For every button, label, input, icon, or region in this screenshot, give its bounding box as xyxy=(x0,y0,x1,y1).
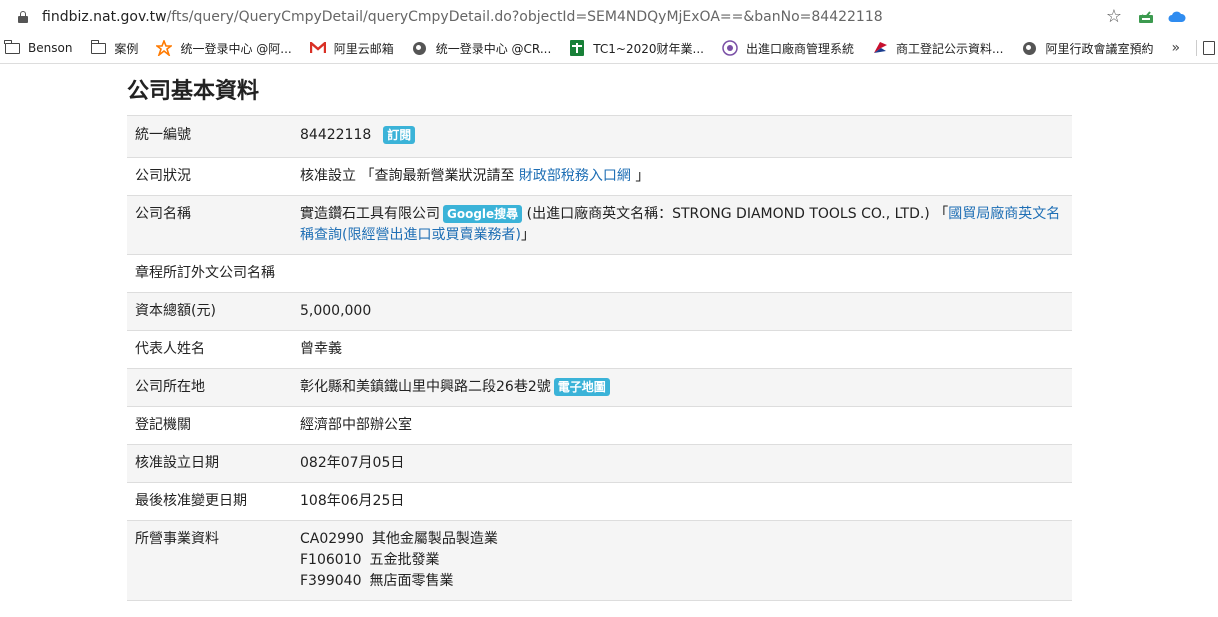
bookmark-star-icon[interactable]: ☆ xyxy=(1106,6,1122,27)
table-row: 資本總額(元) 5,000,000 xyxy=(127,292,1072,331)
table-row: 統一編號 84422118 訂閱 xyxy=(127,115,1072,158)
table-row: 核准設立日期 082年07月05日 xyxy=(127,444,1072,483)
lock-icon[interactable] xyxy=(18,10,28,23)
bookmark-benson[interactable]: Benson xyxy=(4,39,73,55)
browser-toolbar: findbiz.nat.gov.tw/fts/query/QueryCmpyDe… xyxy=(0,0,1218,33)
bookmark-import-export-system[interactable]: 出進口廠商管理系統 xyxy=(722,40,854,57)
bookmark-business-registry[interactable]: 商工登記公示資料... xyxy=(872,40,1003,57)
row-label: 核准設立日期 xyxy=(127,444,292,483)
row-label: 資本總額(元) xyxy=(127,292,292,331)
bookmark-label: 商工登記公示資料... xyxy=(895,41,1004,56)
name-suffix: 」 xyxy=(520,227,535,243)
business-desc: 無店面零售業 xyxy=(369,573,454,589)
ban-number: 84422118 xyxy=(300,127,372,143)
url-path: /fts/query/QueryCmpyDetail/queryCmpyDeta… xyxy=(166,8,883,25)
google-search-button[interactable]: Google搜尋 xyxy=(443,205,523,223)
english-name-text: (出進口廠商英文名稱：STRONG DIAMOND TOOLS CO., LTD… xyxy=(522,206,949,222)
table-row: 登記機關 經濟部中部辦公室 xyxy=(127,406,1072,445)
map-button[interactable]: 電子地圖 xyxy=(553,378,610,396)
bookmark-label: 统一登录中心 @阿... xyxy=(180,41,292,56)
table-row: 所營事業資料 CA02990 其他金屬製品製造業 F106010 五金批發業 F39… xyxy=(127,520,1072,601)
folder-icon xyxy=(4,39,20,54)
bookmark-aliyun-mail[interactable]: 阿里云邮箱 xyxy=(309,40,394,57)
star-flower-icon xyxy=(156,40,173,56)
seal-icon xyxy=(722,40,738,56)
table-row: 公司名稱 實造鑽石工具有限公司 Google搜尋 (出進口廠商英文名稱：STRON… xyxy=(127,195,1072,255)
row-value: 實造鑽石工具有限公司 Google搜尋 (出進口廠商英文名稱：STRONG DIA… xyxy=(292,195,1072,255)
other-bookmarks-icon[interactable] xyxy=(1203,41,1216,55)
business-code: F399040 xyxy=(300,573,362,589)
bookmark-login-center-1[interactable]: 统一登录中心 @阿... xyxy=(156,40,292,57)
table-row: 公司所在地 彰化縣和美鎮鐵山里中興路二段26巷2號 電子地圖 xyxy=(127,368,1072,407)
table-row: 最後核准變更日期 108年06月25日 xyxy=(127,482,1072,521)
tax-portal-link[interactable]: 財政部稅務入口網 xyxy=(519,168,631,184)
company-status-text: 核准設立 「查詢最新營業狀況請至 xyxy=(300,168,519,184)
subscribe-button[interactable]: 訂閱 xyxy=(383,126,416,144)
business-item: CA02990 其他金屬製品製造業 xyxy=(300,529,1064,550)
bookmark-label: TC1~2020财年業... xyxy=(593,41,704,56)
business-code: F106010 xyxy=(300,552,362,568)
globe-icon xyxy=(413,41,427,55)
business-code: CA02990 xyxy=(300,531,364,547)
bookmark-label: Benson xyxy=(28,41,73,55)
company-address: 彰化縣和美鎮鐵山里中興路二段26巷2號 xyxy=(300,379,551,395)
row-value: 經濟部中部辦公室 xyxy=(292,406,1072,445)
row-value: 曾幸義 xyxy=(292,330,1072,369)
row-value: 5,000,000 xyxy=(292,292,1072,331)
row-label: 最後核准變更日期 xyxy=(127,482,292,521)
row-value: 108年06月25日 xyxy=(292,482,1072,521)
bookmark-label: 阿里云邮箱 xyxy=(333,41,394,56)
bookmark-label: 统一登录中心 @CR... xyxy=(435,41,552,56)
company-name: 實造鑽石工具有限公司 xyxy=(300,206,440,222)
address-bar[interactable]: findbiz.nat.gov.tw/fts/query/QueryCmpyDe… xyxy=(0,0,1218,33)
bookmark-label: 出進口廠商管理系統 xyxy=(745,41,854,56)
row-value xyxy=(292,254,1072,293)
sheet-plus-icon xyxy=(570,40,585,56)
company-basic-info: 公司基本資料 統一編號 84422118 訂閱 公司狀況 核准設立 「查詢最新營業… xyxy=(127,75,1072,601)
bookmark-tc1-sheet[interactable]: TC1~2020财年業... xyxy=(569,40,704,57)
url-text[interactable]: findbiz.nat.gov.tw/fts/query/QueryCmpyDe… xyxy=(42,9,883,25)
business-item: F399040 無店面零售業 xyxy=(300,571,1064,592)
extension-inbox-check-icon[interactable] xyxy=(1138,10,1154,24)
url-domain: findbiz.nat.gov.tw xyxy=(42,8,167,25)
row-value: 082年07月05日 xyxy=(292,444,1072,483)
folder-icon xyxy=(90,39,106,54)
info-table: 統一編號 84422118 訂閱 公司狀況 核准設立 「查詢最新營業狀況請至 財政… xyxy=(127,115,1072,601)
row-value: 84422118 訂閱 xyxy=(292,115,1072,158)
bookmark-label: 案例 xyxy=(114,41,139,56)
business-item: F106010 五金批發業 xyxy=(300,550,1064,571)
page-title: 公司基本資料 xyxy=(127,79,260,104)
row-label: 公司名稱 xyxy=(127,195,292,255)
bookmarks-bar: Benson 案例 统一登录中心 @阿... 阿里云邮箱 统一登录中心 @CR.… xyxy=(0,33,1218,64)
row-label: 代表人姓名 xyxy=(127,330,292,369)
gmail-m-icon xyxy=(309,42,326,53)
bookmark-label: 阿里行政會議室預約 xyxy=(1045,41,1154,56)
table-row: 章程所訂外文公司名稱 xyxy=(127,254,1072,293)
business-items: CA02990 其他金屬製品製造業 F106010 五金批發業 F399040 無店面… xyxy=(292,520,1072,601)
row-label: 統一編號 xyxy=(127,115,292,158)
globe-icon xyxy=(1022,41,1036,55)
row-value: 彰化縣和美鎮鐵山里中興路二段26巷2號 電子地圖 xyxy=(292,368,1072,407)
row-label: 公司狀況 xyxy=(127,157,292,196)
row-label: 登記機關 xyxy=(127,406,292,445)
bookmark-login-center-cr[interactable]: 统一登录中心 @CR... xyxy=(412,40,552,57)
status-suffix: 」 xyxy=(630,168,650,184)
business-desc: 五金批發業 xyxy=(369,552,440,568)
table-row: 公司狀況 核准設立 「查詢最新營業狀況請至 財政部稅務入口網 」 xyxy=(127,157,1072,196)
bookmark-meeting-room[interactable]: 阿里行政會議室預約 xyxy=(1021,40,1153,57)
row-label: 章程所訂外文公司名稱 xyxy=(127,254,292,293)
row-label: 所營事業資料 xyxy=(127,520,292,601)
business-desc: 其他金屬製品製造業 xyxy=(371,531,498,547)
table-row: 代表人姓名 曾幸義 xyxy=(127,330,1072,369)
row-value: 核准設立 「查詢最新營業狀況請至 財政部稅務入口網 」 xyxy=(292,157,1072,196)
flag-icon xyxy=(873,42,887,53)
bookmark-cases[interactable]: 案例 xyxy=(90,39,139,57)
row-label: 公司所在地 xyxy=(127,368,292,407)
bookmarks-overflow-button[interactable]: » xyxy=(1171,40,1180,56)
extension-cloud-icon[interactable] xyxy=(1168,11,1186,23)
